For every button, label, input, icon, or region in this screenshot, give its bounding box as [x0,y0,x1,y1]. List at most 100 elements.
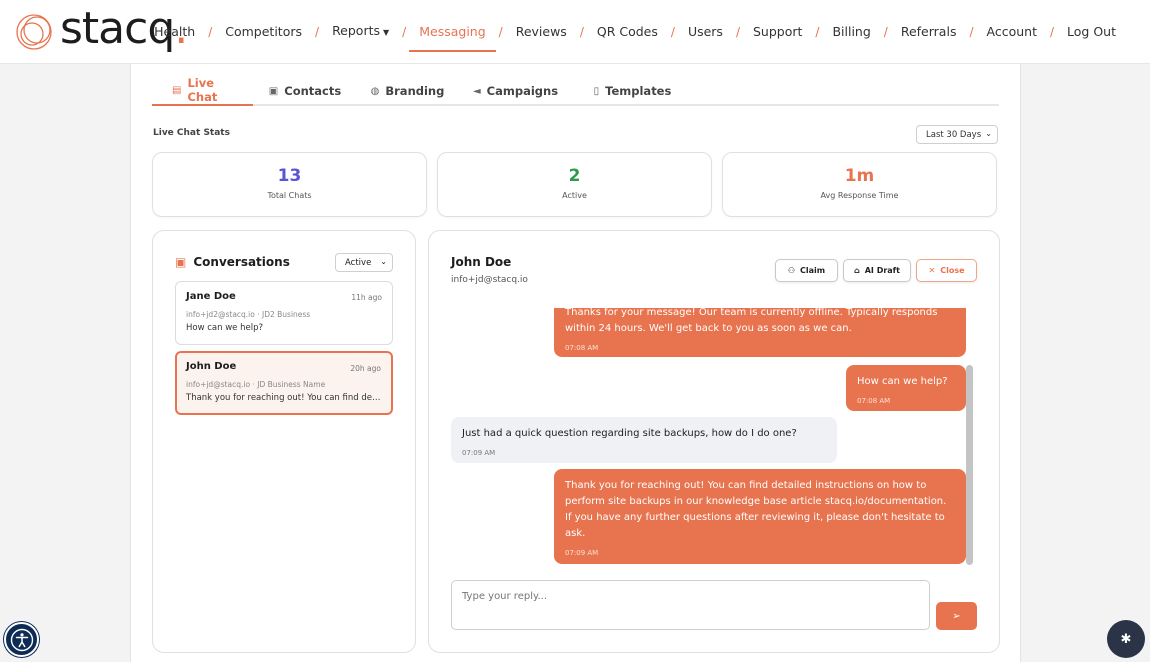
robot-icon: ⌂ [854,266,860,275]
conversations-header: ▣ Conversations [175,255,290,269]
claim-button[interactable]: ⚇ Claim [775,259,838,282]
nav-reports[interactable]: Reports ▼ [322,21,399,43]
stat-card-active: 2 Active [437,152,712,217]
bug-icon: ✱ [1120,631,1132,647]
message-time: 07:09 AM [462,449,496,457]
send-icon: ➢ [952,610,961,622]
nav-separator: / [315,25,320,39]
tab-campaigns[interactable]: ◄ Campaigns [458,76,573,106]
conversations-title: Conversations [193,255,290,269]
conversation-filter-value: Active [345,257,372,268]
nav-reports-label: Reports [332,23,381,38]
message-text: How can we help? [857,376,948,387]
tab-templates[interactable]: ▯ Templates [573,76,692,106]
conversation-preview: How can we help? [186,323,263,333]
stat-label: Total Chats [267,191,312,200]
chat-icon: ▤ [172,84,182,96]
nav-messaging[interactable]: Messaging [409,22,497,52]
bug-report-button[interactable]: ✱ [1107,620,1145,658]
messaging-panel: ▤ Live Chat ▣ Contacts ◍ Branding ◄ Campaign… [130,64,1021,662]
main-nav: Health / Competitors / Reports ▼ / Messag… [144,0,1126,64]
nav-competitors[interactable]: Competitors [215,22,312,42]
date-range-select[interactable]: Last 30 Days ⌄ [916,125,998,144]
chat-contact-email: info+jd@stacq.io [451,275,528,285]
stat-label: Active [562,191,587,200]
reply-input[interactable] [451,580,930,630]
messaging-tabs: ▤ Live Chat ▣ Contacts ◍ Branding ◄ Campaign… [152,76,999,106]
ai-draft-button[interactable]: ⌂ AI Draft [843,259,911,282]
close-icon: ✕ [928,266,936,275]
nav-separator: / [815,25,820,39]
nav-health[interactable]: Health [144,22,205,42]
conversations-icon: ▣ [175,255,187,269]
conversation-time: 20h ago [350,364,381,373]
document-icon: ▯ [593,85,600,97]
conversation-filter-select[interactable]: Active ⌄ [335,253,393,272]
stat-card-avg-response: 1m Avg Response Time [722,152,997,217]
close-chat-button[interactable]: ✕ Close [916,259,977,282]
message-time: 07:08 AM [857,397,891,405]
message-time: 07:08 AM [565,344,599,352]
tab-templates-label: Templates [605,84,672,98]
conversation-item-john-doe[interactable]: John Doe 20h ago info+jd@stacq.io · JD B… [175,351,393,415]
stat-value: 1m [844,166,875,186]
nav-separator: / [969,25,974,39]
claim-label: Claim [800,266,826,275]
message-text: Thank you for reaching out! You can find… [565,480,947,539]
nav-support[interactable]: Support [743,22,812,42]
nav-users[interactable]: Users [678,22,733,42]
nav-separator: / [402,25,407,39]
message-thread-scrollbar[interactable] [966,365,973,565]
nav-separator: / [208,25,213,39]
send-button[interactable]: ➢ [936,602,977,630]
conversation-preview: Thank you for reaching out! You can find… [186,393,382,403]
chevron-down-icon: ⌄ [985,129,992,138]
tab-contacts-label: Contacts [284,84,342,98]
chat-contact-name: John Doe [451,255,512,269]
message-bubble-outgoing: How can we help? 07:08 AM [846,365,966,411]
nav-referrals[interactable]: Referrals [891,22,967,42]
nav-separator: / [579,25,584,39]
stats-title: Live Chat Stats [153,128,230,138]
nav-qr-codes[interactable]: QR Codes [587,22,668,42]
nav-reviews[interactable]: Reviews [506,22,577,42]
chevron-down-icon: ⌄ [380,257,387,266]
logo-mark-icon [16,14,52,50]
message-bubble-outgoing: Thanks for your message! Our team is cur… [554,308,966,357]
stat-card-total-chats: 13 Total Chats [152,152,427,217]
nav-separator: / [883,25,888,39]
nav-separator: / [735,25,740,39]
tab-branding-label: Branding [385,84,445,98]
nav-separator: / [498,25,503,39]
message-bubble-outgoing: Thank you for reaching out! You can find… [554,469,966,564]
palette-icon: ◍ [370,85,380,97]
nav-billing[interactable]: Billing [822,22,880,42]
caret-down-icon: ▼ [383,28,390,37]
chat-panel: John Doe info+jd@stacq.io ⚇ Claim ⌂ AI Dra… [428,230,1000,653]
nav-separator: / [670,25,675,39]
conversation-meta: info+jd@stacq.io · JD Business Name [186,380,326,389]
nav-log-out[interactable]: Log Out [1057,22,1126,42]
ai-draft-label: AI Draft [864,266,900,275]
conversation-time: 11h ago [351,293,382,302]
accessibility-button[interactable] [4,622,39,657]
stat-value: 2 [568,166,581,186]
megaphone-icon: ◄ [472,85,481,97]
nav-separator: / [1049,25,1055,39]
nav-account[interactable]: Account [977,22,1047,42]
contacts-icon: ▣ [268,85,279,97]
message-text: Just had a quick question regarding site… [462,428,797,439]
message-text: Thanks for your message! Our team is cur… [565,308,938,334]
close-label: Close [940,266,965,275]
tab-live-chat[interactable]: ▤ Live Chat [152,76,253,106]
tab-contacts[interactable]: ▣ Contacts [253,76,357,106]
tab-branding[interactable]: ◍ Branding [357,76,458,106]
conversation-item-jane-doe[interactable]: Jane Doe 11h ago info+jd2@stacq.io · JD2… [175,281,393,345]
message-bubble-incoming: Just had a quick question regarding site… [451,417,837,463]
top-navigation-bar: stacq. Health / Competitors / Reports ▼ /… [0,0,1150,64]
accessibility-icon [10,628,33,651]
tab-campaigns-label: Campaigns [486,84,559,98]
stat-label: Avg Response Time [820,191,899,200]
conversations-panel: ▣ Conversations Active ⌄ Jane Doe 11h ag… [152,230,416,653]
date-range-value: Last 30 Days [926,129,982,140]
